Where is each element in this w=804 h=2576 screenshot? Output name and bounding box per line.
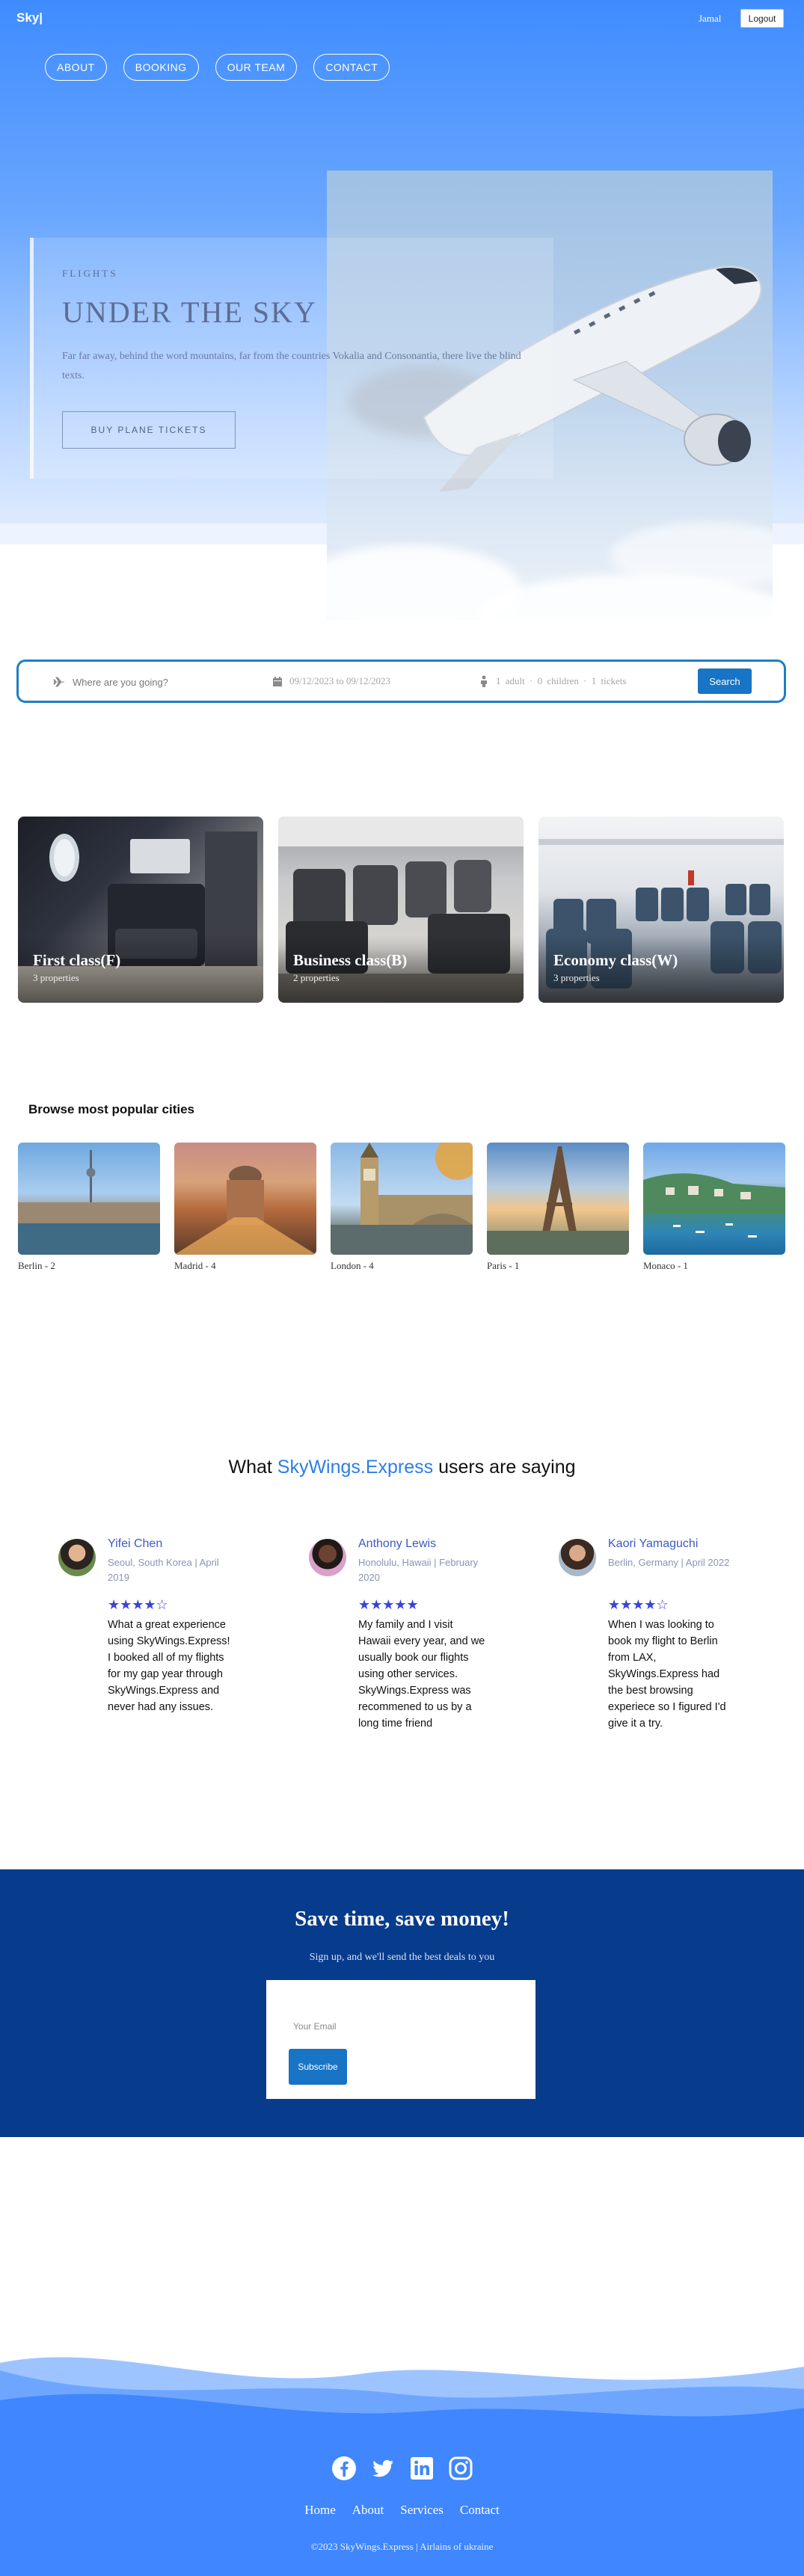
- email-input[interactable]: [293, 2021, 488, 2032]
- testimonial-name: Anthony Lewis: [358, 1537, 437, 1550]
- testimonial-text: When I was looking to book my flight to …: [608, 1619, 726, 1730]
- avatar: [309, 1539, 346, 1576]
- testimonial-meta: Honolulu, Hawaii | February 2020: [358, 1557, 479, 1583]
- newsletter-subtitle: Sign up, and we'll send the best deals t…: [309, 1952, 495, 1963]
- footer-link-services[interactable]: Services: [400, 2503, 444, 2518]
- testimonials-title-accent: SkyWings.Express: [277, 1457, 434, 1478]
- city-image-madrid: [174, 1143, 316, 1255]
- subscribe-button[interactable]: Subscribe: [289, 2049, 347, 2085]
- testimonials-title: What SkyWings.Express users are saying: [0, 1457, 804, 1478]
- testimonial-name: Yifei Chen: [108, 1537, 163, 1550]
- footer-link-about[interactable]: About: [352, 2503, 384, 2518]
- class-name: First class(F): [33, 951, 121, 969]
- plane-icon: [53, 676, 65, 692]
- search-button[interactable]: Search: [698, 668, 752, 694]
- search-bar: 09/12/2023 to 09/12/2023 1 adult · 0 chi…: [16, 660, 786, 703]
- hero-card: FLIGHTS UNDER THE SKY Far far away, behi…: [30, 238, 553, 479]
- city-card-madrid[interactable]: Madrid - 4: [174, 1143, 316, 1272]
- calendar-icon: [272, 676, 283, 691]
- city-image-paris: [487, 1143, 629, 1255]
- newsletter-section: Save time, save money! Sign up, and we'l…: [0, 1869, 804, 2137]
- cities-section-title: Browse most popular cities: [28, 1102, 194, 1116]
- person-icon: [479, 675, 488, 691]
- testimonial-text: What a great experience using SkyWings.E…: [108, 1619, 230, 1713]
- logout-button[interactable]: Logout: [740, 9, 784, 28]
- nav-booking[interactable]: BOOKING: [123, 54, 199, 81]
- city-card-berlin[interactable]: Berlin - 2: [18, 1143, 160, 1272]
- nav-our-team[interactable]: OUR TEAM: [215, 54, 298, 81]
- city-label: Monaco - 1: [643, 1260, 688, 1271]
- avatar: [58, 1539, 96, 1576]
- copyright: ©2023 SkyWings.Express | Airlains of ukr…: [310, 2541, 494, 2552]
- class-count: 3 properties: [33, 972, 79, 983]
- twitter-icon[interactable]: [370, 2456, 396, 2481]
- brand-logo[interactable]: Sky|: [16, 10, 43, 25]
- testimonials-title-after: users are saying: [433, 1457, 576, 1478]
- main-nav: ABOUT BOOKING OUR TEAM CONTACT: [45, 54, 390, 81]
- class-name: Business class(B): [293, 951, 408, 969]
- city-card-monaco[interactable]: Monaco - 1: [643, 1143, 785, 1272]
- class-card-economy[interactable]: Economy class(W) 3 properties: [538, 817, 784, 1003]
- nav-about[interactable]: ABOUT: [45, 54, 107, 81]
- class-name: Economy class(W): [553, 951, 678, 969]
- avatar: [559, 1539, 596, 1576]
- class-count: 3 properties: [553, 972, 600, 983]
- hero-description: Far far away, behind the word mountains,…: [62, 351, 521, 381]
- instagram-icon[interactable]: [448, 2456, 473, 2481]
- rating-stars: ★★★★☆: [108, 1597, 168, 1612]
- hero-kicker: FLIGHTS: [62, 268, 118, 279]
- newsletter-form: Subscribe: [266, 1980, 536, 2099]
- city-label: Berlin - 2: [18, 1260, 55, 1271]
- class-card-first[interactable]: First class(F) 3 properties: [18, 817, 263, 1003]
- user-name: Jamal: [699, 13, 722, 24]
- city-label: Paris - 1: [487, 1260, 520, 1271]
- guests-field[interactable]: 1 adult · 0 children · 1 tickets: [496, 675, 626, 687]
- city-image-london: [331, 1143, 473, 1255]
- testimonial-text: My family and I visit Hawaii every year,…: [358, 1619, 485, 1730]
- city-card-paris[interactable]: Paris - 1: [487, 1143, 629, 1272]
- facebook-icon[interactable]: [331, 2456, 357, 2481]
- footer-links: Home About Services Contact: [0, 2503, 804, 2518]
- class-card-business[interactable]: Business class(B) 2 properties: [278, 817, 524, 1003]
- buy-tickets-button[interactable]: BUY PLANE TICKETS: [62, 411, 236, 449]
- hero-title: UNDER THE SKY: [62, 295, 317, 329]
- city-image-monaco: [643, 1143, 785, 1255]
- city-image-berlin: [18, 1143, 160, 1255]
- footer-link-contact[interactable]: Contact: [460, 2503, 500, 2518]
- testimonials-title-before: What: [228, 1457, 277, 1478]
- linkedin-icon[interactable]: [409, 2456, 435, 2481]
- footer-link-home[interactable]: Home: [304, 2503, 336, 2518]
- rating-stars: ★★★★★: [358, 1597, 419, 1612]
- social-links: [0, 2456, 804, 2481]
- nav-contact[interactable]: CONTACT: [313, 54, 390, 81]
- destination-input[interactable]: [73, 675, 252, 689]
- rating-stars: ★★★★☆: [608, 1597, 669, 1612]
- date-range-field[interactable]: 09/12/2023 to 09/12/2023: [289, 675, 390, 687]
- testimonial-meta: Berlin, Germany | April 2022: [608, 1557, 730, 1568]
- city-label: London - 4: [331, 1260, 374, 1271]
- class-count: 2 properties: [293, 972, 340, 983]
- city-card-london[interactable]: London - 4: [331, 1143, 473, 1272]
- testimonial-meta: Seoul, South Korea | April 2019: [108, 1557, 219, 1583]
- newsletter-title: Save time, save money!: [295, 1907, 509, 1931]
- testimonial-name: Kaori Yamaguchi: [608, 1537, 699, 1550]
- city-label: Madrid - 4: [174, 1260, 216, 1271]
